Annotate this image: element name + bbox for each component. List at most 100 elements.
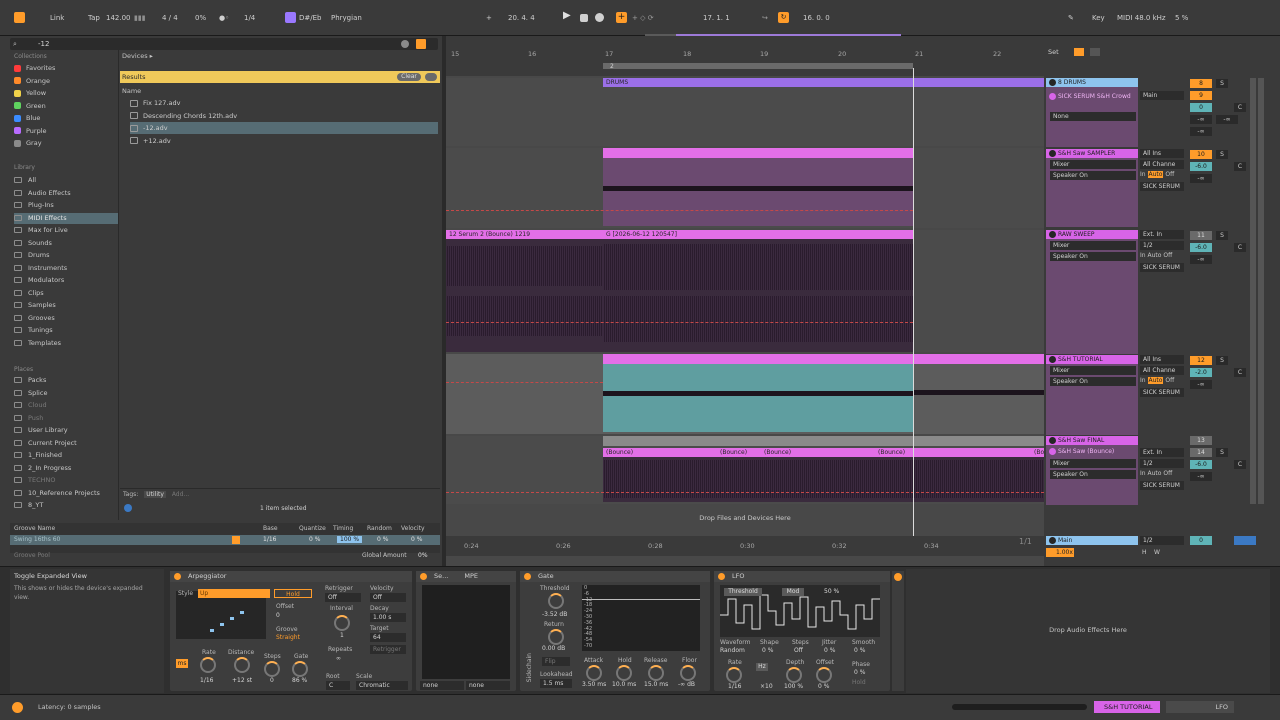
place-item[interactable]: 8_YT xyxy=(14,500,118,511)
library-item[interactable]: Grooves xyxy=(14,313,118,324)
drums-send-c[interactable]: -∞ xyxy=(1190,127,1212,136)
sampler-volume[interactable]: -6.0 xyxy=(1190,162,1212,171)
key-selector[interactable]: D#/Eb xyxy=(299,12,321,24)
drums-volume[interactable]: 0 xyxy=(1190,103,1212,112)
track-drums[interactable]: 8 DRUMS xyxy=(1046,78,1138,87)
lfo-steps-value[interactable]: Off xyxy=(794,647,803,654)
tutorial-send-a[interactable]: -∞ xyxy=(1190,380,1212,389)
track-saw-bounce[interactable]: S&H Saw (Bounce) xyxy=(1046,447,1138,456)
arp-steps-knob[interactable] xyxy=(264,661,280,677)
track-activator-8[interactable]: 8 xyxy=(1190,79,1212,88)
track-activator-11[interactable]: 11 xyxy=(1190,231,1212,240)
place-item[interactable]: User Library xyxy=(14,425,118,436)
track-activator-14[interactable]: 14 xyxy=(1190,448,1212,457)
mpe-select-a[interactable]: none xyxy=(420,681,464,690)
play-button[interactable]: ▶ xyxy=(563,10,571,22)
library-item[interactable]: Samples xyxy=(14,300,118,311)
drums-send-a[interactable]: -∞ xyxy=(1190,115,1212,124)
main-cue-select[interactable]: 1/2 xyxy=(1140,536,1184,545)
library-item[interactable]: Max for Live xyxy=(14,225,118,236)
bounce-crossfade[interactable]: C xyxy=(1234,460,1246,469)
lfo-map-indicator-icon[interactable] xyxy=(894,573,902,581)
arp-decay-field[interactable]: 1.00 s xyxy=(370,613,406,622)
arp-target-field[interactable]: 64 xyxy=(370,633,406,642)
track-serum-crowd[interactable]: SICK SERUM S&H Crowd xyxy=(1046,92,1138,101)
file-row[interactable]: +12.adv xyxy=(130,135,438,147)
tag-utility[interactable]: Utility xyxy=(144,491,166,498)
fold-icon[interactable] xyxy=(1049,79,1056,86)
library-item[interactable]: Tunings xyxy=(14,325,118,336)
place-item[interactable]: 10_Reference Projects xyxy=(14,488,118,499)
monitor-none-select[interactable]: None xyxy=(1050,112,1136,121)
arp-root-select[interactable]: C xyxy=(326,681,350,690)
collection-gray[interactable]: Gray xyxy=(14,138,42,148)
place-item[interactable]: Packs xyxy=(14,375,118,386)
arp-sync-toggle[interactable]: ms xyxy=(176,659,188,668)
mpe-power-icon[interactable] xyxy=(420,573,427,580)
main-volume[interactable]: 0 xyxy=(1190,536,1212,545)
track-activator-9[interactable]: 9 xyxy=(1190,91,1212,100)
collection-yellow[interactable]: Yellow xyxy=(14,88,46,98)
quantize-menu[interactable]: 1/4 xyxy=(244,12,255,24)
device-scroll-bar[interactable] xyxy=(952,704,1087,710)
groove-row-quantize[interactable]: 0 % xyxy=(309,536,320,543)
tutorial-mixer-select[interactable]: Mixer xyxy=(1050,366,1136,375)
tutorial-crossfade[interactable]: C xyxy=(1234,368,1246,377)
arp-gate-knob[interactable] xyxy=(292,661,308,677)
follow-icon[interactable]: + xyxy=(486,12,492,24)
sampler-channel-select[interactable]: All Channe xyxy=(1140,160,1184,169)
sampler-mixer-select[interactable]: Mixer xyxy=(1050,160,1136,169)
selected-device-label[interactable]: LFO xyxy=(1166,701,1234,713)
arp-titlebar[interactable]: Arpeggiator xyxy=(170,571,412,582)
beat-ruler[interactable]: 15 16 17 18 19 20 21 22 2 xyxy=(446,46,1044,76)
close-results-icon[interactable] xyxy=(425,73,437,81)
arp-hold-button[interactable]: Hold xyxy=(274,589,312,598)
devices-filter[interactable]: Devices ▸ xyxy=(122,52,153,60)
gate-threshold-knob[interactable] xyxy=(548,593,564,609)
clip-drums[interactable]: DRUMS xyxy=(603,78,1044,87)
groove-row[interactable]: Swing 16ths 60 1/16 0 % 100 % 0 % 0 % xyxy=(10,535,440,545)
library-item[interactable]: Templates xyxy=(14,338,118,349)
stop-button[interactable] xyxy=(580,14,588,22)
lfo-multiplier[interactable]: ×10 xyxy=(760,683,773,690)
bounce-solo[interactable]: S xyxy=(1216,448,1228,457)
draw-mode-icon[interactable]: ✎ xyxy=(1068,12,1074,24)
time-signature[interactable]: 4 / 4 xyxy=(162,12,178,24)
drums-send-b[interactable]: -∞ xyxy=(1216,115,1238,124)
clear-search-icon[interactable] xyxy=(401,40,409,48)
file-row[interactable]: Descending Chords 12th.adv xyxy=(130,110,438,122)
metronome-icon[interactable]: ▮▮▮ xyxy=(134,12,146,24)
tutorial-solo[interactable]: S xyxy=(1216,356,1228,365)
sweep-input-select[interactable]: Ext. In xyxy=(1140,230,1184,239)
arp-power-icon[interactable] xyxy=(174,573,181,580)
place-item[interactable]: Cloud xyxy=(14,400,118,411)
sampler-monitor[interactable]: In Auto Off xyxy=(1140,171,1174,178)
bounce-speaker-select[interactable]: Speaker On xyxy=(1050,470,1136,479)
mpe-select-b[interactable]: none xyxy=(466,681,510,690)
loop-length-field[interactable]: 16. 0. 0 xyxy=(803,12,830,24)
bounce-monitor[interactable]: In Auto Off xyxy=(1140,470,1172,477)
sweep-volume[interactable]: -6.0 xyxy=(1190,243,1212,252)
gate-titlebar[interactable]: Gate xyxy=(520,571,710,582)
position-field[interactable]: 20. 4. 4 xyxy=(508,12,535,24)
groove-row-timing[interactable]: 100 % xyxy=(337,536,363,543)
scale-selector[interactable]: Phrygian xyxy=(331,12,362,24)
sampler-solo[interactable]: S xyxy=(1216,150,1228,159)
collection-orange[interactable]: Orange xyxy=(14,76,50,86)
lfo-shape-value[interactable]: 0 % xyxy=(762,647,773,654)
sweep-channel-select[interactable]: 1/2 xyxy=(1140,241,1184,250)
sweep-send-a[interactable]: -∞ xyxy=(1190,255,1212,264)
bounce-input-select[interactable]: Ext. In xyxy=(1140,448,1184,457)
lfo-mod-button[interactable]: Mod xyxy=(782,588,804,596)
sampler-route-select[interactable]: SICK SERUM xyxy=(1140,182,1184,191)
lfo-phase-value[interactable]: 0 % xyxy=(854,669,865,676)
lfo-mod-amount[interactable]: 50 % xyxy=(824,588,839,595)
library-item[interactable]: Clips xyxy=(14,288,118,299)
tutorial-channel-select[interactable]: All Channe xyxy=(1140,366,1184,375)
library-item[interactable]: Audio Effects xyxy=(14,188,118,199)
place-item[interactable]: TECHNO xyxy=(14,475,118,486)
library-item[interactable]: All xyxy=(14,175,118,186)
sweep-solo[interactable]: S xyxy=(1216,231,1228,240)
lfo-power-icon[interactable] xyxy=(718,573,725,580)
audio-effects-drop[interactable]: Drop Audio Effects Here xyxy=(906,569,1270,693)
